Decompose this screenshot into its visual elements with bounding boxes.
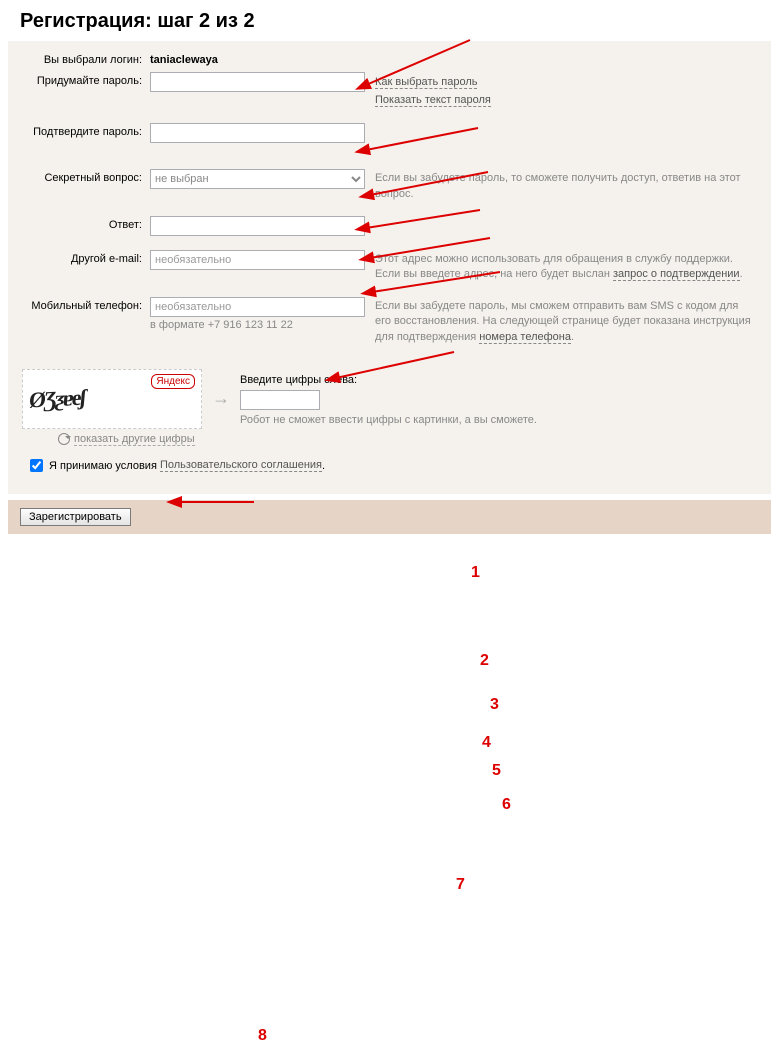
captcha-glyphs: ØƷƺɐeʃ — [28, 384, 86, 413]
phone-format-hint: в формате +7 916 123 11 22 — [150, 319, 365, 331]
email-hint: Этот адрес можно использовать для обраще… — [365, 250, 757, 283]
registration-form: Вы выбрали логин: taniaclewaya Придумайт… — [8, 41, 771, 494]
password-confirm-label: Подтвердите пароль: — [22, 123, 150, 138]
secret-question-row: Секретный вопрос: не выбран Если вы забу… — [22, 169, 757, 202]
submit-bar: Зарегистрировать — [8, 500, 771, 534]
answer-label: Ответ: — [22, 216, 150, 231]
captcha-refresh: показать другие цифры — [58, 433, 757, 445]
email-confirm-link[interactable]: запрос о подтверждении — [613, 268, 740, 281]
how-choose-password-link[interactable]: Как выбрать пароль — [375, 76, 477, 89]
phone-row: Мобильный телефон: в формате +7 916 123 … — [22, 297, 757, 345]
agreement-text: Я принимаю условия — [49, 460, 157, 472]
captcha-area: ØƷƺɐeʃ Яндекс → Введите цифры слева: Роб… — [22, 359, 757, 429]
captcha-refresh-link[interactable]: показать другие цифры — [74, 433, 195, 446]
phone-hint: Если вы забудете пароль, мы сможем отпра… — [365, 297, 757, 345]
email-label: Другой e-mail: — [22, 250, 150, 265]
login-row: Вы выбрали логин: taniaclewaya — [22, 51, 757, 66]
arrow-right-icon: → — [212, 388, 230, 409]
secret-question-select[interactable]: не выбран — [150, 169, 365, 189]
login-value: taniaclewaya — [150, 51, 365, 66]
captcha-note: Робот не сможет ввести цифры с картинки,… — [240, 414, 537, 426]
secret-question-label: Секретный вопрос: — [22, 169, 150, 184]
phone-input[interactable] — [150, 297, 365, 317]
agreement-checkbox[interactable] — [30, 459, 43, 472]
show-password-link[interactable]: Показать текст пароля — [375, 94, 491, 107]
captcha-brand: Яндекс — [151, 374, 195, 389]
captcha-input[interactable] — [240, 390, 320, 410]
register-button[interactable]: Зарегистрировать — [20, 508, 131, 526]
password-label: Придумайте пароль: — [22, 72, 150, 87]
secret-question-hint: Если вы забудете пароль, то сможете полу… — [365, 169, 757, 202]
agreement-link[interactable]: Пользовательского соглашения — [160, 459, 322, 472]
password-hints: Как выбрать пароль Показать текст пароля — [365, 72, 757, 109]
password-confirm-input[interactable] — [150, 123, 365, 143]
password-row: Придумайте пароль: Как выбрать пароль По… — [22, 72, 757, 109]
phone-number-link[interactable]: номера телефона — [479, 331, 571, 344]
captcha-label: Введите цифры слева: — [240, 374, 537, 386]
answer-row: Ответ: — [22, 216, 757, 236]
phone-label: Мобильный телефон: — [22, 297, 150, 312]
agreement-row: Я принимаю условия Пользовательского сог… — [30, 459, 757, 472]
captcha-image: ØƷƺɐeʃ Яндекс — [22, 369, 202, 429]
email-row: Другой e-mail: Этот адрес можно использо… — [22, 250, 757, 283]
login-label: Вы выбрали логин: — [22, 51, 150, 66]
password-confirm-row: Подтвердите пароль: — [22, 123, 757, 143]
refresh-icon — [58, 433, 70, 445]
page-title: Регистрация: шаг 2 из 2 — [0, 0, 779, 41]
answer-input[interactable] — [150, 216, 365, 236]
email-input[interactable] — [150, 250, 365, 270]
password-input[interactable] — [150, 72, 365, 92]
